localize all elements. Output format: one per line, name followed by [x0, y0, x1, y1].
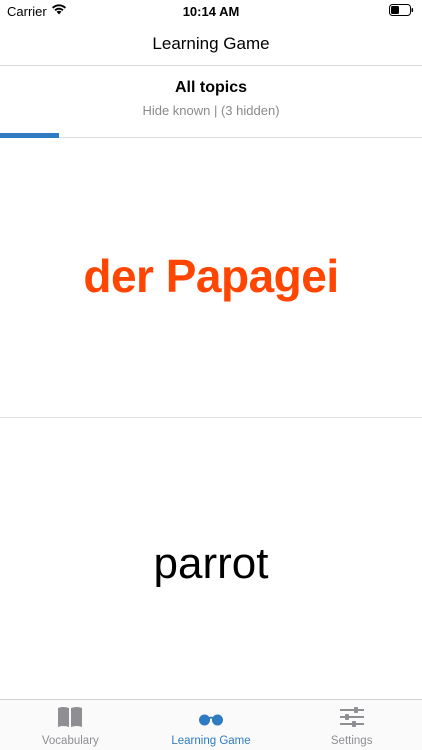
sliders-icon	[338, 705, 366, 734]
navigation-bar: Learning Game	[0, 22, 422, 66]
tab-label-learning-game: Learning Game	[171, 735, 251, 747]
native-word-card[interactable]: parrot	[0, 419, 422, 699]
tab-learning-game[interactable]: Learning Game	[141, 700, 282, 750]
battery-icon	[389, 4, 414, 19]
clock: 10:14 AM	[182, 4, 240, 19]
hide-known-filter[interactable]: Hide known | (3 hidden)	[0, 103, 422, 118]
foreign-word-card[interactable]: der Papagei	[0, 138, 422, 418]
learning-game-screen: Carrier 10:14 AM Learning Game All topic…	[0, 0, 422, 750]
book-icon	[56, 705, 84, 734]
tab-vocabulary[interactable]: Vocabulary	[0, 700, 141, 750]
nav-title: Learning Game	[152, 34, 270, 53]
status-bar: Carrier 10:14 AM	[0, 0, 422, 22]
foreign-word: der Papagei	[83, 250, 339, 302]
glasses-icon	[196, 705, 226, 734]
tab-label-vocabulary: Vocabulary	[41, 735, 99, 747]
native-word: parrot	[153, 539, 269, 588]
tab-settings[interactable]: Settings	[281, 700, 422, 750]
topic-header[interactable]: All topics Hide known | (3 hidden)	[0, 66, 422, 138]
tab-label-settings: Settings	[330, 735, 373, 747]
topic-title: All topics	[174, 79, 247, 96]
tab-bar: Vocabulary Learning Game Settings	[0, 699, 422, 750]
